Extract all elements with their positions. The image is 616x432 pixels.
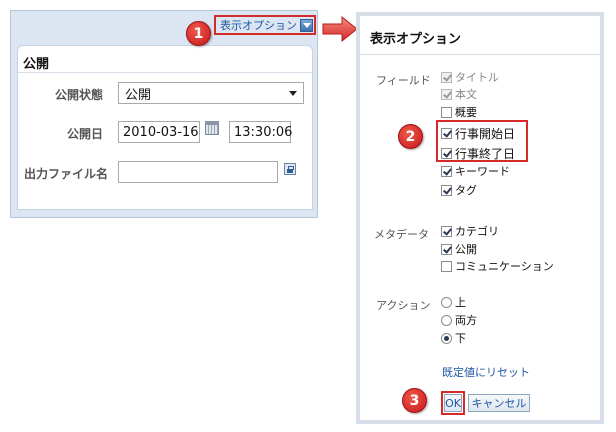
section-divider [18,72,312,73]
calendar-icon[interactable] [205,121,219,135]
date-label: 公開日 [67,127,104,141]
action-group-label: アクション [376,299,431,312]
field-option-body: 本文 [441,87,477,101]
checkbox[interactable] [441,165,452,177]
checkbox[interactable] [441,225,452,237]
status-select[interactable]: 公開 [118,82,304,104]
action-option-top[interactable]: 上 [441,295,466,309]
checkbox[interactable] [441,243,452,255]
reset-defaults-link[interactable]: 既定値にリセット [442,364,530,380]
metadata-option-publish[interactable]: 公開 [441,242,477,256]
action-option-both[interactable]: 両方 [441,313,477,327]
field-option-tag[interactable]: タグ [441,183,477,197]
status-label: 公開状態 [55,88,104,102]
pointer-arrow-icon [322,16,358,42]
filename-input[interactable] [118,161,278,183]
ok-button[interactable]: OK [444,394,462,412]
callout-badge-3: 3 [402,388,427,413]
dialog-divider [360,54,600,55]
time-input[interactable]: 13:30:06 [229,121,292,143]
dialog-title: 表示オプション [370,32,462,47]
lock-icon[interactable] [284,163,296,175]
display-options-label: 表示オプション [220,19,297,32]
checkbox [441,71,452,83]
cancel-button[interactable]: キャンセル [468,394,530,412]
callout-badge-2: 2 [398,124,423,149]
date-input[interactable]: 2010-03-16 [118,121,200,143]
radio-button[interactable] [441,296,452,308]
dropdown-arrow-icon[interactable] [300,18,313,32]
metadata-group-label: メタデータ [374,228,429,241]
status-select-value: 公開 [125,87,152,103]
display-options-toggle[interactable]: 表示オプション [214,15,316,35]
checkbox[interactable] [441,184,452,196]
metadata-option-category[interactable]: カテゴリ [441,224,499,238]
display-options-dialog: 表示オプション フィールド タイトル 本文 概要 行事開始日 行事終了日 キーワ… [356,12,604,424]
section-title: 公開 [23,57,50,72]
highlight-frame [436,120,528,162]
checkbox [441,88,452,100]
checkbox[interactable] [441,106,452,118]
fields-group-label: フィールド [376,74,431,87]
radio-button[interactable] [441,314,452,326]
field-option-title: タイトル [441,70,499,84]
field-option-summary[interactable]: 概要 [441,105,477,119]
chevron-down-icon [289,91,297,96]
checkbox[interactable] [441,260,452,272]
callout-badge-1: 1 [186,21,211,46]
field-option-keyword[interactable]: キーワード [441,164,510,178]
filename-label: 出力ファイル名 [24,167,109,181]
metadata-option-communication[interactable]: コミュニケーション [441,259,554,273]
radio-button[interactable] [441,332,452,344]
action-option-bottom[interactable]: 下 [441,331,466,345]
